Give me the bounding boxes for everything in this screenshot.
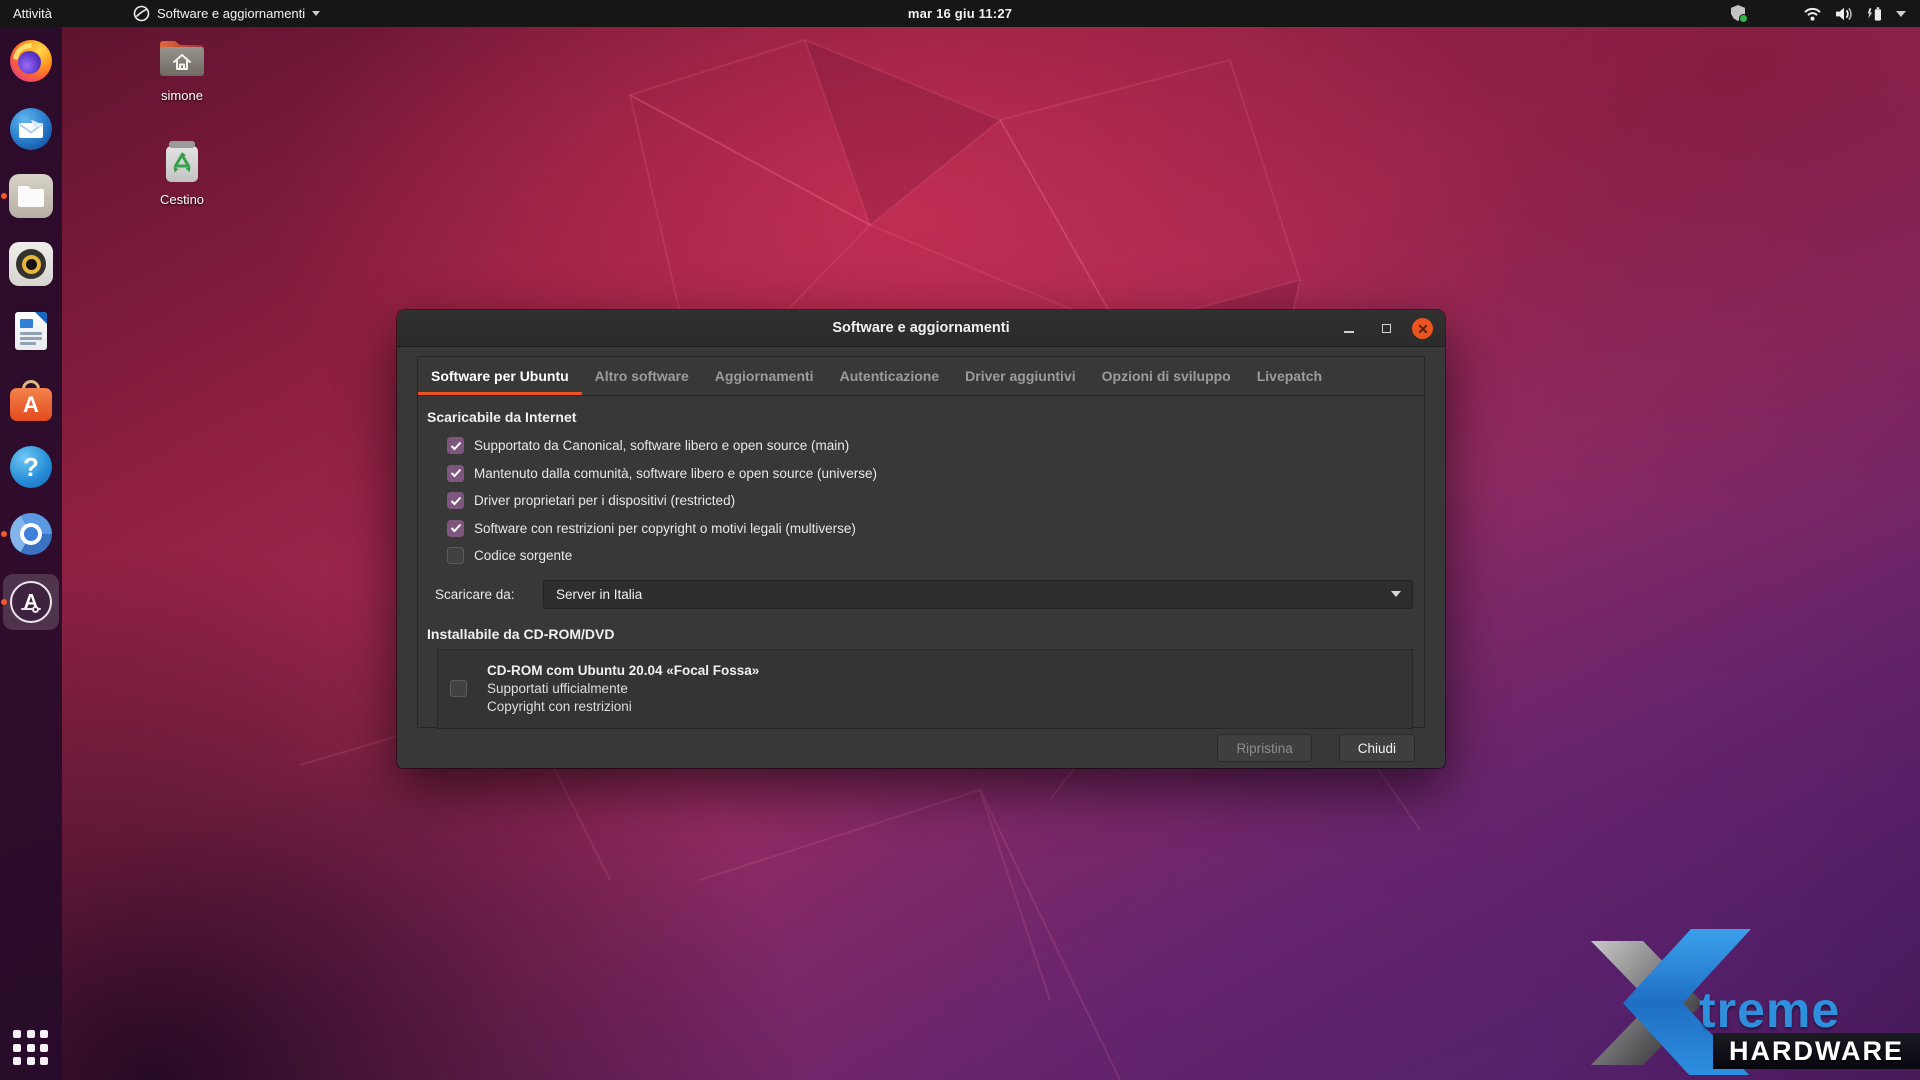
checkbox-restricted[interactable]	[447, 492, 464, 509]
system-status-area[interactable]	[1795, 0, 1914, 27]
top-panel: Attività Software e aggiornamenti mar 16…	[0, 0, 1920, 27]
dock-item-ubuntu-software[interactable]: A	[7, 375, 55, 423]
wifi-icon	[1803, 7, 1822, 21]
shield-status-dot	[1739, 14, 1748, 23]
battery-charging-icon	[1866, 6, 1883, 22]
help-icon: ?	[10, 446, 52, 488]
server-dropdown-value: Server in Italia	[556, 587, 642, 602]
cdrom-entry[interactable]: CD-ROM com Ubuntu 20.04 «Focal Fossa» Su…	[437, 649, 1413, 729]
trash-icon	[157, 138, 207, 184]
dock: A ? A	[0, 27, 62, 1080]
tab-software-per-ubuntu[interactable]: Software per Ubuntu	[418, 357, 582, 395]
tab-bar: Software per Ubuntu Altro software Aggio…	[418, 357, 1424, 396]
maximize-icon	[1382, 324, 1391, 333]
dock-item-firefox[interactable]	[7, 37, 55, 85]
desktop-icon-label: Cestino	[144, 192, 220, 207]
thunderbird-icon	[10, 108, 52, 150]
dock-item-chromium[interactable]	[7, 510, 55, 558]
checkbox-row-universe[interactable]: Mantenuto dalla comunità, software liber…	[427, 460, 1415, 488]
dock-item-libreoffice-writer[interactable]	[7, 307, 55, 355]
app-menu-caret-icon	[312, 11, 320, 16]
files-icon	[9, 174, 53, 218]
close-dialog-button[interactable]: Chiudi	[1339, 734, 1415, 762]
cdrom-line-copyright: Copyright con restrizioni	[487, 698, 759, 716]
home-folder-icon	[155, 34, 209, 80]
checkbox-row-multiverse[interactable]: Software con restrizioni per copyright o…	[427, 515, 1415, 543]
show-applications-button[interactable]	[13, 1030, 49, 1066]
checkbox-label: Driver proprietari per i dispositivi (re…	[474, 493, 735, 508]
cdrom-line-supported: Supportati ufficialmente	[487, 680, 759, 698]
watermark-hardware-text: HARDWARE	[1713, 1033, 1920, 1069]
minimize-icon	[1344, 331, 1354, 333]
dropdown-caret-icon	[1391, 591, 1401, 597]
dock-item-files[interactable]	[7, 172, 55, 220]
tab-altro-software[interactable]: Altro software	[582, 357, 702, 395]
internet-section-heading: Scaricabile da Internet	[427, 409, 1415, 425]
desktop-icon-home[interactable]: simone	[144, 34, 220, 103]
xtreme-hardware-watermark: treme HARDWARE	[1583, 923, 1920, 1075]
server-dropdown[interactable]: Server in Italia	[543, 580, 1413, 609]
dock-item-rhythmbox[interactable]	[7, 240, 55, 288]
checkbox-row-restricted[interactable]: Driver proprietari per i dispositivi (re…	[427, 487, 1415, 515]
app-menu[interactable]: Software e aggiornamenti	[120, 0, 333, 27]
tab-opzioni-di-sviluppo[interactable]: Opzioni di sviluppo	[1089, 357, 1244, 395]
checkbox-label: Codice sorgente	[474, 548, 572, 563]
software-properties-window: Software e aggiornamenti Software per Ub…	[397, 310, 1445, 768]
desktop-icon-trash[interactable]: Cestino	[144, 138, 220, 207]
watermark-treme-text: treme	[1699, 981, 1840, 1039]
checkbox-row-source-code[interactable]: Codice sorgente	[427, 542, 1415, 570]
window-titlebar[interactable]: Software e aggiornamenti	[397, 310, 1445, 347]
checkbox-label: Supportato da Canonical, software libero…	[474, 438, 849, 453]
system-menu-caret-icon	[1896, 11, 1906, 17]
chromium-icon	[10, 513, 52, 555]
dock-item-thunderbird[interactable]	[7, 105, 55, 153]
clock[interactable]: mar 16 giu 11:27	[908, 6, 1012, 21]
settings-notebook: Software per Ubuntu Altro software Aggio…	[417, 356, 1425, 728]
security-shield-icon[interactable]	[1731, 4, 1748, 23]
desktop-icon-label: simone	[144, 88, 220, 103]
checkbox-row-main[interactable]: Supportato da Canonical, software libero…	[427, 432, 1415, 460]
checkbox-label: Mantenuto dalla comunità, software liber…	[474, 466, 877, 481]
dock-item-help[interactable]: ?	[7, 443, 55, 491]
activities-label: Attività	[13, 6, 52, 21]
firefox-icon	[10, 40, 52, 82]
tab-livepatch[interactable]: Livepatch	[1244, 357, 1335, 395]
checkbox-multiverse[interactable]	[447, 520, 464, 537]
cdrom-section-heading: Installabile da CD-ROM/DVD	[427, 626, 1415, 642]
tab-autenticazione[interactable]: Autenticazione	[827, 357, 953, 395]
maximize-button[interactable]	[1375, 318, 1397, 340]
tab-aggiornamenti[interactable]: Aggiornamenti	[702, 357, 827, 395]
checkbox-main[interactable]	[447, 437, 464, 454]
download-from-label: Scaricare da:	[435, 587, 543, 602]
software-properties-icon: A	[10, 581, 52, 623]
close-button[interactable]	[1412, 318, 1433, 339]
activities-button[interactable]: Attività	[0, 0, 65, 27]
checkbox-cdrom[interactable]	[450, 680, 467, 697]
libreoffice-writer-icon	[15, 312, 47, 350]
window-title: Software e aggiornamenti	[832, 320, 1009, 336]
tab-driver-aggiuntivi[interactable]: Driver aggiuntivi	[952, 357, 1088, 395]
app-menu-icon	[133, 5, 150, 22]
cdrom-title: CD-ROM com Ubuntu 20.04 «Focal Fossa»	[487, 662, 759, 680]
volume-icon	[1835, 7, 1853, 21]
app-menu-label: Software e aggiornamenti	[157, 6, 305, 21]
revert-button[interactable]: Ripristina	[1217, 734, 1311, 762]
checkbox-universe[interactable]	[447, 465, 464, 482]
desktop: Attività Software e aggiornamenti mar 16…	[0, 0, 1920, 1080]
checkbox-label: Software con restrizioni per copyright o…	[474, 521, 856, 536]
rhythmbox-icon	[9, 242, 53, 286]
checkbox-source-code[interactable]	[447, 547, 464, 564]
dock-item-software-properties[interactable]: A	[7, 578, 55, 626]
ubuntu-software-icon: A	[9, 377, 53, 421]
minimize-button[interactable]	[1338, 318, 1360, 340]
